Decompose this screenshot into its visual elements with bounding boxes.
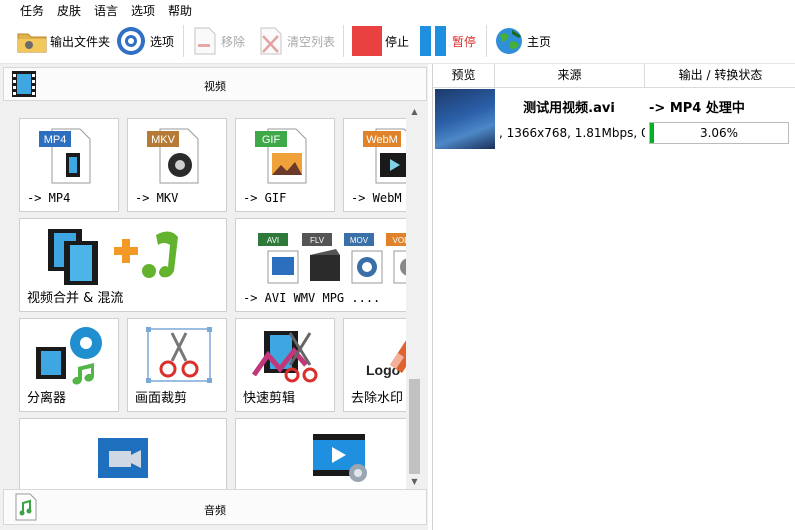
svg-text:VOB: VOB xyxy=(393,236,406,245)
mp4-file-icon: MP4 xyxy=(39,128,91,184)
column-output-status[interactable]: 输出 / 转换状态 xyxy=(645,64,795,88)
clear-list-button[interactable]: 清空列表 xyxy=(258,24,335,58)
task-list: 预览 来源 输出 / 转换状态 测试用视频.avi , 1366x768, 1.… xyxy=(432,64,795,530)
source-filename: 测试用视频.avi xyxy=(523,101,615,116)
scroll-up-arrow-icon[interactable]: ▲ xyxy=(406,104,423,119)
svg-text:MKV: MKV xyxy=(151,134,176,146)
video-category-header[interactable]: 视频 xyxy=(3,67,427,101)
gif-file-icon: GIF xyxy=(255,128,307,184)
quick-clip-icon xyxy=(252,331,318,383)
svg-text:AVI: AVI xyxy=(267,236,279,245)
crop-scissors-icon xyxy=(146,327,212,383)
column-preview[interactable]: 预览 xyxy=(433,64,495,88)
toolbar-separator xyxy=(183,25,184,57)
tile-remove-watermark[interactable]: Logo 去除水印 xyxy=(343,318,406,412)
progress-bar: 3.06% xyxy=(649,122,789,144)
menu-options[interactable]: 选项 xyxy=(131,2,155,19)
menu-language[interactable]: 语言 xyxy=(94,2,118,19)
remove-file-icon xyxy=(194,27,216,55)
stop-icon xyxy=(352,26,382,56)
toolbar-separator xyxy=(343,25,344,57)
remove-button[interactable]: 移除 xyxy=(192,24,245,58)
source-info: , 1366x768, 1.81Mbps, 0 xyxy=(499,126,645,140)
menu-help[interactable]: 帮助 xyxy=(168,2,192,19)
pause-button[interactable]: 暂停 xyxy=(419,24,476,58)
tile-to-webm[interactable]: WebM -> WebM xyxy=(343,118,406,212)
task-row[interactable]: 测试用视频.avi , 1366x768, 1.81Mbps, 0 -> MP4… xyxy=(433,89,795,149)
tile-video-player[interactable] xyxy=(235,418,406,489)
tile-crop[interactable]: 画面裁剪 xyxy=(127,318,227,412)
folder-icon xyxy=(17,33,47,53)
conversion-status: -> MP4 处理中 xyxy=(649,101,745,116)
multi-format-icon: AVI FLV MOV VOB xyxy=(258,233,406,284)
column-source[interactable]: 来源 xyxy=(495,64,645,88)
home-button[interactable]: 主页 xyxy=(494,24,551,58)
menu-task[interactable]: 任务 xyxy=(20,2,44,19)
stop-button[interactable]: 停止 xyxy=(352,24,409,58)
category-panel: 视频 MP4 -> MP4 MKV -> MKV GIF -> GIF WebM… xyxy=(0,64,428,530)
tile-video-merge[interactable]: 视频合并 & 混流 xyxy=(19,218,227,312)
audio-category-header[interactable]: 音频 xyxy=(3,489,427,525)
category-scrollbar[interactable]: ▲ ▼ xyxy=(406,104,423,489)
menu-skin[interactable]: 皮肤 xyxy=(57,2,81,19)
scroll-down-arrow-icon[interactable]: ▼ xyxy=(406,474,423,489)
clear-list-icon xyxy=(260,27,282,55)
webm-file-icon: WebM xyxy=(363,128,406,184)
tile-splitter[interactable]: 分离器 xyxy=(19,318,119,412)
eraser-icon: Logo xyxy=(366,340,406,378)
svg-text:FLV: FLV xyxy=(310,236,325,245)
scroll-thumb[interactable] xyxy=(409,379,420,474)
globe-icon xyxy=(496,28,522,54)
menu-bar: 任务 皮肤 语言 选项 帮助 xyxy=(0,0,795,19)
tile-quick-clip[interactable]: 快速剪辑 xyxy=(235,318,335,412)
svg-text:MOV: MOV xyxy=(350,236,369,245)
merge-film-music-icon xyxy=(48,229,178,285)
progress-text: 3.06% xyxy=(699,126,739,140)
video-tool-grid: MP4 -> MP4 MKV -> MKV GIF -> GIF WebM ->… xyxy=(3,104,406,489)
splitter-icon xyxy=(36,327,102,385)
toolbar: 输出文件夹 选项 移除 清空列表 停止 暂停 主页 xyxy=(0,19,795,64)
tile-screen-recorder[interactable] xyxy=(19,418,227,489)
svg-text:WebM: WebM xyxy=(366,134,398,146)
video-player-icon xyxy=(313,434,367,482)
tile-to-mkv[interactable]: MKV -> MKV xyxy=(127,118,227,212)
svg-text:GIF: GIF xyxy=(262,134,281,146)
pause-icon xyxy=(420,26,446,56)
video-thumbnail xyxy=(435,89,495,149)
video-camera-icon xyxy=(98,438,148,478)
toolbar-separator xyxy=(486,25,487,57)
output-folder-button[interactable]: 输出文件夹 xyxy=(17,24,110,58)
tile-to-mp4[interactable]: MP4 -> MP4 xyxy=(19,118,119,212)
svg-text:MP4: MP4 xyxy=(44,134,67,146)
tile-to-gif[interactable]: GIF -> GIF xyxy=(235,118,335,212)
options-button[interactable]: 选项 xyxy=(115,24,174,58)
gear-icon xyxy=(117,27,145,55)
mkv-file-icon: MKV xyxy=(147,128,199,184)
tile-to-other-formats[interactable]: AVI FLV MOV VOB -> AVI WMV MPG .... xyxy=(235,218,406,312)
